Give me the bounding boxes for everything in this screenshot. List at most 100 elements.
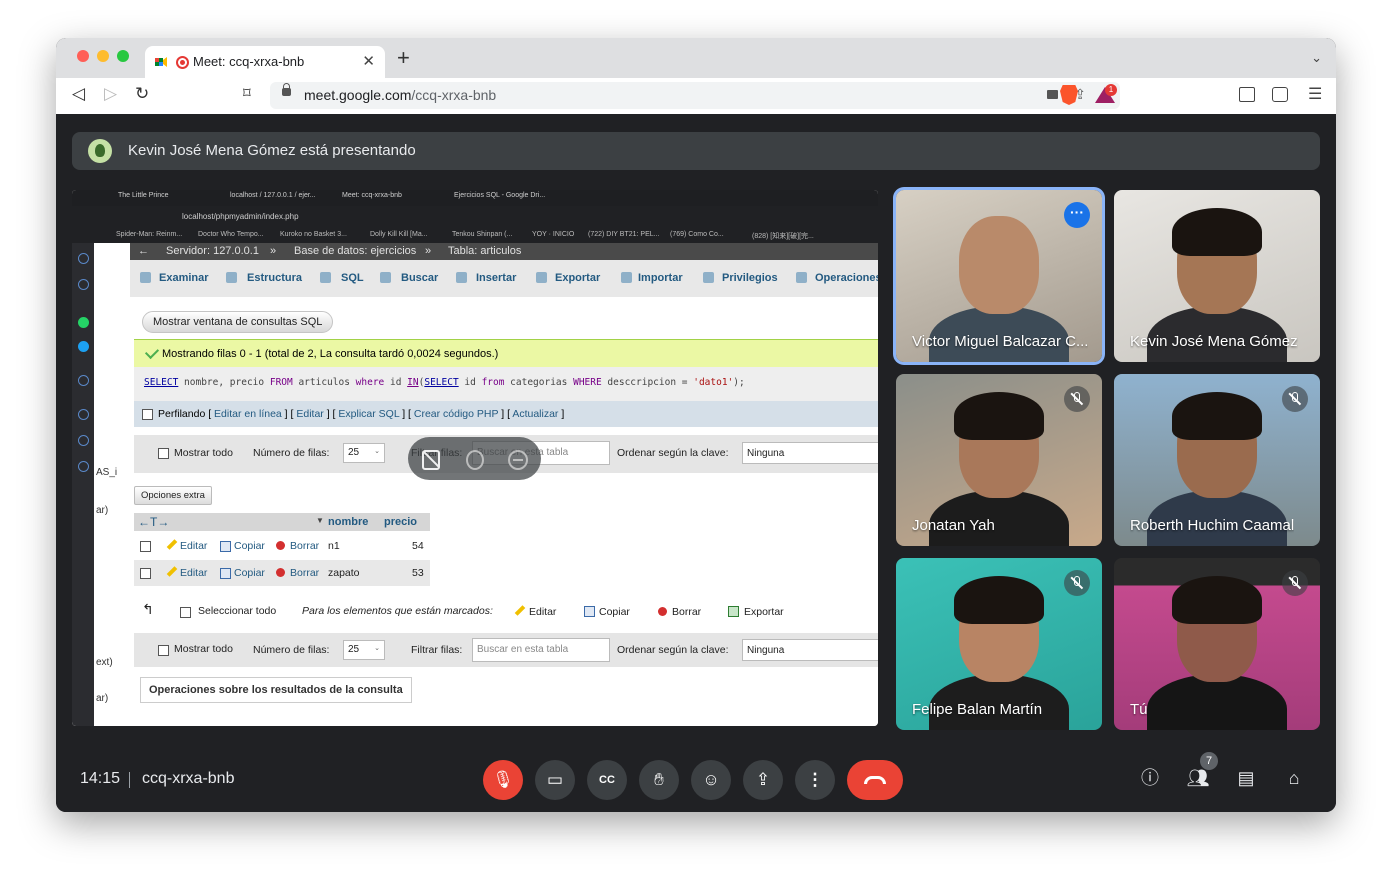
participant-tile[interactable]: Jonatan Yah bbox=[896, 374, 1102, 546]
person-hair bbox=[954, 576, 1044, 624]
tab-exportar[interactable]: Exportar bbox=[555, 272, 600, 284]
refresh-link[interactable]: Actualizar bbox=[512, 408, 558, 420]
new-tab-button[interactable]: + bbox=[397, 47, 410, 69]
maximize-window-button[interactable] bbox=[117, 50, 129, 62]
tab-operaciones[interactable]: Operaciones bbox=[815, 272, 878, 284]
column-nombre[interactable]: nombre bbox=[328, 516, 368, 528]
edit-inline-link[interactable]: Editar en línea bbox=[214, 408, 282, 420]
tab-estructura[interactable]: Estructura bbox=[247, 272, 302, 284]
forward-icon[interactable]: ▷ bbox=[104, 84, 117, 104]
success-message: Mostrando filas 0 - 1 (total de 2, La co… bbox=[134, 339, 878, 369]
bulk-export-button[interactable]: Exportar bbox=[744, 606, 784, 618]
stop-presenting-icon[interactable] bbox=[422, 450, 440, 470]
raise-hand-button[interactable]: ✋︎ bbox=[639, 760, 679, 800]
import-icon bbox=[621, 272, 632, 283]
twitter-icon bbox=[78, 341, 89, 352]
select-all-checkbox[interactable] bbox=[180, 607, 191, 618]
sql-query: SELECT nombre, precio FROM articulos whe… bbox=[144, 377, 745, 388]
for-marked-label: Para los elementos que están marcados: bbox=[302, 605, 493, 617]
captions-button[interactable]: CC bbox=[587, 760, 627, 800]
pma-main: Mostrar ventana de consultas SQL Mostran… bbox=[130, 297, 878, 726]
participant-tile[interactable]: ··· Victor Miguel Balcazar C... bbox=[896, 190, 1102, 362]
crumb-database: Base de datos: ejercicios bbox=[294, 245, 417, 257]
tab-insertar[interactable]: Insertar bbox=[476, 272, 516, 284]
cell-precio: 53 bbox=[412, 567, 424, 579]
address-bar[interactable]: meet.google.com/ccq-xrxa-bnb ⇪ bbox=[270, 82, 1120, 109]
edit-row-link[interactable]: Editar bbox=[180, 567, 207, 579]
camera-icon[interactable] bbox=[1047, 90, 1058, 99]
mute-icon[interactable] bbox=[466, 450, 484, 470]
query-results-operations[interactable]: Operaciones sobre los resultados de la c… bbox=[140, 677, 412, 703]
tab-privilegios[interactable]: Privilegios bbox=[722, 272, 778, 284]
bulk-copy-button[interactable]: Copiar bbox=[599, 606, 630, 618]
close-window-button[interactable] bbox=[77, 50, 89, 62]
privileges-icon bbox=[703, 272, 714, 283]
bookmark-item: Doctor Who Tempo... bbox=[198, 231, 264, 238]
delete-row-link[interactable]: Borrar bbox=[290, 540, 319, 552]
create-php-link[interactable]: Crear código PHP bbox=[414, 408, 498, 420]
show-all-checkbox[interactable] bbox=[158, 645, 169, 656]
edit-row-link[interactable]: Editar bbox=[180, 540, 207, 552]
close-tab-icon[interactable]: ✕ bbox=[362, 52, 375, 70]
show-sql-window-button[interactable]: Mostrar ventana de consultas SQL bbox=[142, 311, 334, 333]
operations-icon bbox=[796, 272, 807, 283]
bookmark-item: Tenkou Shinpan (... bbox=[452, 231, 513, 238]
chat-icon[interactable]: ▤ bbox=[1234, 766, 1258, 790]
tab-buscar[interactable]: Buscar bbox=[401, 272, 438, 284]
copy-row-link[interactable]: Copiar bbox=[234, 540, 265, 552]
tab-importar[interactable]: Importar bbox=[638, 272, 683, 284]
rows-select[interactable]: 25 ⌄ bbox=[343, 640, 385, 660]
column-precio[interactable]: precio bbox=[384, 516, 417, 528]
tab-examinar[interactable]: Examinar bbox=[159, 272, 209, 284]
participant-tile[interactable]: Roberth Huchim Caamal bbox=[1114, 374, 1320, 546]
crumb-back-icon: ← bbox=[138, 245, 149, 257]
filter-input[interactable]: Buscar en esta tabla bbox=[472, 638, 610, 662]
participant-tile[interactable]: Felipe Balan Martín bbox=[896, 558, 1102, 730]
end-call-button[interactable] bbox=[847, 760, 903, 800]
column-arrows[interactable]: ←T→ bbox=[138, 515, 169, 529]
wallet-icon[interactable] bbox=[1272, 87, 1288, 102]
show-all-checkbox[interactable] bbox=[158, 448, 169, 459]
menu-icon[interactable]: ☰ bbox=[1308, 84, 1322, 104]
camera-button[interactable]: ▭ bbox=[535, 760, 575, 800]
sort-select[interactable]: Ninguna bbox=[742, 442, 878, 464]
profiling-checkbox[interactable] bbox=[142, 409, 153, 420]
bulk-actions: ↰ Seleccionar todo Para los elementos qu… bbox=[134, 595, 878, 629]
more-options-icon[interactable]: ··· bbox=[1064, 202, 1090, 228]
select-all-label[interactable]: Seleccionar todo bbox=[198, 605, 276, 617]
row-checkbox[interactable] bbox=[140, 541, 151, 552]
arrow-up-icon: ↰ bbox=[142, 601, 154, 617]
microphone-button[interactable]: 🎙︎ bbox=[483, 760, 523, 800]
sort-select[interactable]: Ninguna bbox=[742, 639, 878, 661]
explain-sql-link[interactable]: Explicar SQL bbox=[338, 408, 399, 420]
reactions-button[interactable]: ☺ bbox=[691, 760, 731, 800]
present-button[interactable]: ⇪ bbox=[743, 760, 783, 800]
sidebar-icon[interactable] bbox=[1239, 87, 1255, 102]
export-icon bbox=[536, 272, 547, 283]
person-hair bbox=[954, 392, 1044, 440]
lock-icon bbox=[282, 83, 291, 96]
info-icon[interactable]: ⓘ bbox=[1138, 766, 1162, 790]
tab-meet[interactable]: Meet: ccq-xrxa-bnb ✕ bbox=[145, 46, 385, 78]
bulk-delete-button[interactable]: Borrar bbox=[672, 606, 701, 618]
row-checkbox[interactable] bbox=[140, 568, 151, 579]
present-screen-icon: ⇪ bbox=[755, 770, 771, 789]
bookmark-icon[interactable]: ⌑ bbox=[243, 84, 251, 102]
back-icon[interactable]: ◁ bbox=[72, 84, 85, 104]
minimize-window-button[interactable] bbox=[97, 50, 109, 62]
minimize-icon[interactable] bbox=[508, 450, 528, 470]
reload-icon[interactable]: ↻ bbox=[135, 84, 149, 104]
activities-icon[interactable]: ⌂ bbox=[1282, 766, 1306, 790]
rows-select[interactable]: 25 ⌄ bbox=[343, 443, 385, 463]
profiling-text: Perfilando [ Editar en línea ] [ Editar … bbox=[158, 408, 565, 420]
bulk-edit-button[interactable]: Editar bbox=[529, 606, 556, 618]
extra-options-button[interactable]: Opciones extra bbox=[134, 486, 212, 505]
more-options-button[interactable]: ⋮ bbox=[795, 760, 835, 800]
tab-sql[interactable]: SQL bbox=[341, 272, 364, 284]
edit-link[interactable]: Editar bbox=[296, 408, 323, 420]
participant-tile[interactable]: Kevin José Mena Gómez bbox=[1114, 190, 1320, 362]
copy-row-link[interactable]: Copiar bbox=[234, 567, 265, 579]
chevron-down-icon[interactable]: ⌄ bbox=[1311, 50, 1322, 66]
delete-row-link[interactable]: Borrar bbox=[290, 567, 319, 579]
participant-tile[interactable]: Tú bbox=[1114, 558, 1320, 730]
